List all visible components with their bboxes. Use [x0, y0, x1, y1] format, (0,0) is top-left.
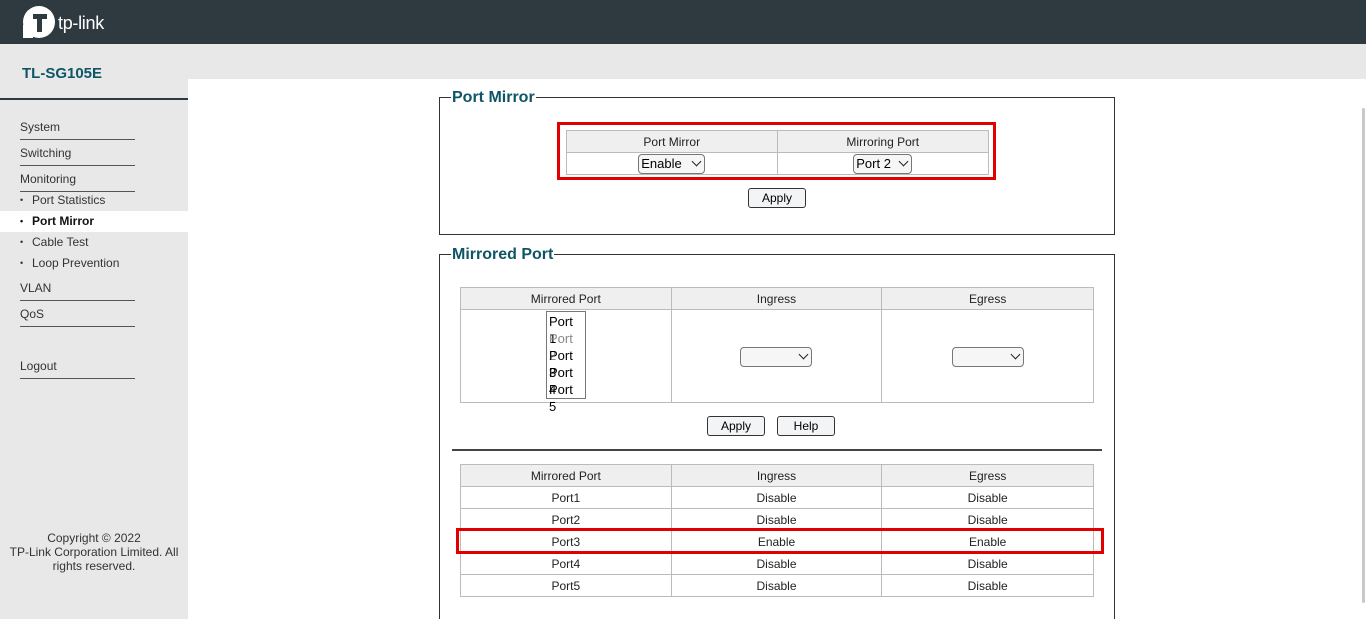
table-row: Port1 Disable Disable: [460, 486, 1094, 509]
column-header: Egress: [881, 464, 1094, 487]
sidebar-item-label: VLAN: [20, 281, 52, 295]
table-cell: Disable: [670, 552, 883, 575]
copyright-text: Copyright © 2022 TP-Link Corporation Lim…: [0, 531, 188, 573]
divider: [452, 449, 1102, 451]
sidebar-item-vlan[interactable]: VLAN: [20, 281, 135, 301]
column-header: Egress: [881, 287, 1094, 310]
list-item[interactable]: Port 5: [549, 381, 583, 414]
list-item[interactable]: Port 3: [549, 347, 583, 380]
sidebar-subitem-cable-test[interactable]: • Cable Test: [0, 232, 188, 253]
table-cell: Disable: [670, 486, 883, 509]
sidebar-item-label: Logout: [20, 359, 57, 373]
table-cell: Disable: [881, 508, 1094, 531]
sidebar-item-label: System: [20, 120, 61, 134]
sidebar-item-monitoring[interactable]: Monitoring: [20, 172, 135, 192]
egress-select[interactable]: [951, 346, 1024, 367]
sidebar-item-label: Loop Prevention: [32, 256, 120, 270]
selected-value: Port 2: [856, 156, 891, 171]
sidebar-subitem-port-mirror[interactable]: • Port Mirror: [0, 211, 188, 232]
table-row: Port3 Enable Enable: [460, 530, 1094, 553]
table-cell: Port 2: [776, 152, 989, 175]
table-cell: Port2: [460, 508, 672, 531]
port-mirror-select[interactable]: Enable: [638, 153, 706, 174]
table-cell: Enable: [670, 530, 883, 553]
list-item: Port 2: [549, 331, 573, 363]
table-header-row: Port Mirror Mirroring Port: [566, 130, 989, 153]
sidebar-item-logout[interactable]: Logout: [20, 359, 135, 379]
sidebar-subitem-loop-prevention[interactable]: • Loop Prevention: [0, 253, 188, 274]
table-cell: Port5: [460, 574, 672, 597]
list-item[interactable]: Port 1: [549, 313, 583, 346]
section-title-mirrored-port: Mirrored Port: [451, 246, 555, 264]
table-cell: [670, 309, 883, 403]
column-header: Port Mirror: [566, 130, 778, 153]
table-cell: Port3: [460, 530, 672, 553]
table-cell: Disable: [670, 508, 883, 531]
port-mirror-table: Port Mirror Mirroring Port Enable Port 2: [566, 130, 989, 175]
column-header: Mirrored Port: [460, 464, 672, 487]
table-row: Port4 Disable Disable: [460, 552, 1094, 575]
sidebar-item-label: Port Statistics: [32, 193, 106, 207]
bullet-icon: •: [20, 195, 24, 205]
bullet-icon: •: [20, 258, 24, 268]
copyright-line: Copyright © 2022 TP-Link Corporation Lim…: [9, 531, 179, 573]
table-cell: Port4: [460, 552, 672, 575]
column-header: Ingress: [670, 287, 883, 310]
bullet-icon: •: [20, 216, 24, 226]
sidebar-subitem-port-statistics[interactable]: • Port Statistics: [0, 190, 188, 211]
selected-value: Enable: [641, 156, 682, 171]
table-cell: Enable: [881, 530, 1094, 553]
sidebar-item-qos[interactable]: QoS: [20, 307, 135, 327]
table-cell: Disable: [881, 486, 1094, 509]
table-row: Port2 Disable Disable: [460, 508, 1094, 531]
bullet-icon: •: [20, 237, 24, 247]
table-cell: Disable: [670, 574, 883, 597]
table-header-row: Mirrored Port Ingress Egress: [460, 464, 1094, 487]
model-header: TL-SG105E: [0, 44, 188, 100]
column-header: Mirrored Port: [460, 287, 672, 310]
chevron-down-icon: [799, 349, 809, 360]
port-mirror-apply-button[interactable]: Apply: [748, 188, 806, 208]
help-button[interactable]: Help: [777, 416, 835, 436]
table-header-row: Mirrored Port Ingress Egress: [460, 287, 1094, 310]
column-header: Ingress: [670, 464, 883, 487]
sidebar-item-label: QoS: [20, 307, 45, 321]
table-cell: Enable: [566, 152, 778, 175]
tp-link-logo-icon: [23, 6, 55, 38]
sidebar: TL-SG105E System Switching Monitoring • …: [0, 44, 188, 619]
table-row: Enable Port 2: [566, 152, 989, 175]
sidebar-item-system[interactable]: System: [20, 120, 135, 140]
top-bar: tp-link: [0, 0, 1366, 44]
table-cell: Disable: [881, 552, 1094, 575]
mirrored-port-listbox[interactable]: Port 1 Port 2 Port 3 Port 4 Port 5: [546, 311, 586, 414]
mirrored-port-status-table: Mirrored Port Ingress Egress Port1 Disab…: [460, 464, 1094, 597]
model-name: TL-SG105E: [22, 65, 103, 82]
column-header: Mirroring Port: [776, 130, 989, 153]
table-row: Port5 Disable Disable: [460, 574, 1094, 597]
ingress-select[interactable]: [740, 346, 813, 367]
mirrored-port-apply-button[interactable]: Apply: [707, 416, 765, 436]
sidebar-item-label: Monitoring: [20, 172, 77, 186]
sidebar-item-label: Port Mirror: [32, 214, 95, 228]
chevron-down-icon: [691, 156, 702, 167]
logo-text: tp-link: [58, 12, 104, 33]
sidebar-item-label: Switching: [20, 146, 72, 160]
chevron-down-icon: [1010, 349, 1021, 360]
sidebar-item-switching[interactable]: Switching: [20, 146, 135, 166]
scrollbar[interactable]: [1362, 108, 1365, 603]
list-item[interactable]: Port 4: [549, 364, 583, 397]
chevron-down-icon: [898, 156, 909, 167]
table-cell: Port1: [460, 486, 672, 509]
sidebar-item-label: Cable Test: [32, 235, 89, 249]
mirroring-port-select[interactable]: Port 2: [853, 153, 913, 174]
section-title-port-mirror: Port Mirror: [451, 89, 536, 107]
brand-logo: tp-link: [22, 5, 104, 39]
table-cell: Disable: [881, 574, 1094, 597]
table-cell: [881, 309, 1094, 403]
